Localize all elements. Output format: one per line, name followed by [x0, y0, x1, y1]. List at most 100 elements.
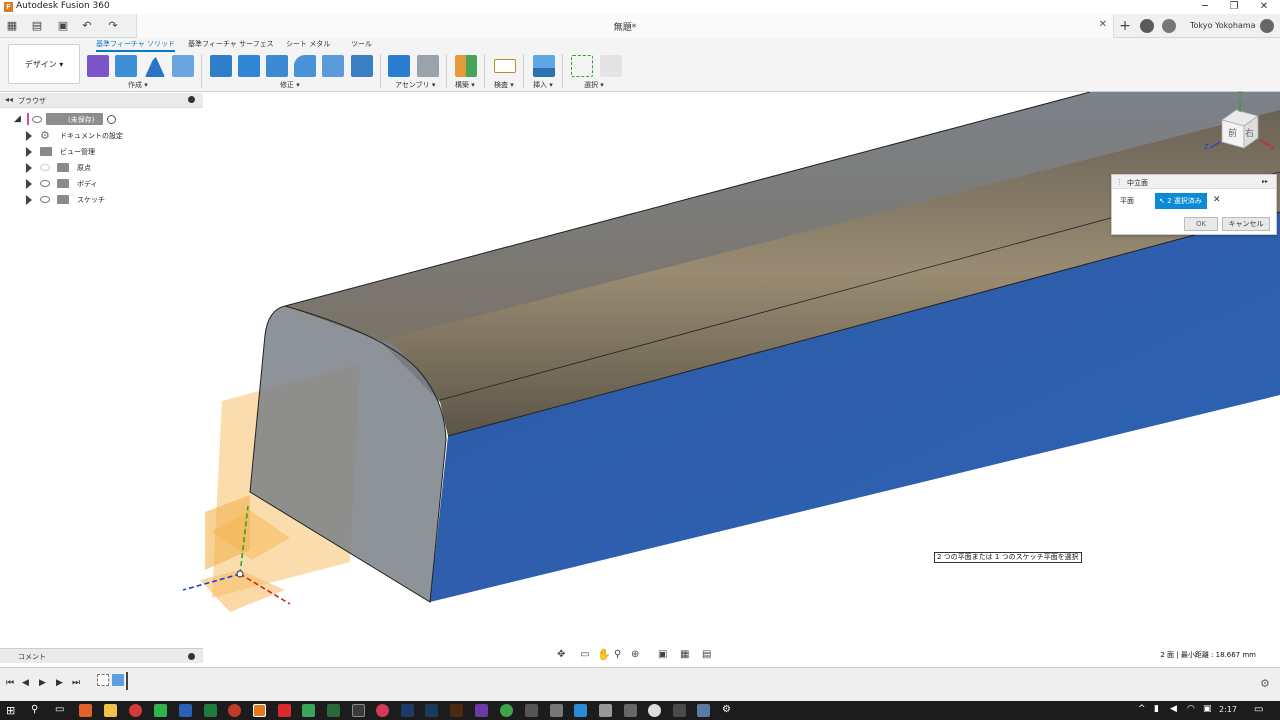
create-sketch-icon[interactable]: [115, 55, 137, 77]
timeline-extrude-feature[interactable]: [112, 674, 124, 686]
step-back-button[interactable]: ◀: [22, 678, 29, 688]
plane-selection-button[interactable]: ↖ 2 選択済み: [1155, 193, 1207, 209]
app-icon[interactable]: [376, 704, 389, 717]
expand-icon[interactable]: [26, 163, 32, 173]
acrobat-icon[interactable]: [278, 704, 291, 717]
app-icon[interactable]: [525, 704, 538, 717]
app-icon[interactable]: [624, 704, 637, 717]
app-icon[interactable]: [302, 704, 315, 717]
tree-item-named-views[interactable]: ビュー管理: [0, 144, 203, 160]
select-window-icon[interactable]: [571, 55, 593, 77]
extrude-icon[interactable]: [172, 55, 194, 77]
tree-root[interactable]: ◢ (未保存): [0, 112, 203, 128]
fit-icon[interactable]: ⊕: [631, 649, 639, 660]
origin-point[interactable]: [236, 570, 244, 578]
app-icon[interactable]: [500, 704, 513, 717]
viewcube[interactable]: 前 右 Y Z X: [1200, 90, 1280, 168]
go-to-end-button[interactable]: ⏭: [72, 678, 80, 688]
chrome-icon[interactable]: [129, 704, 142, 717]
jw-cad-icon[interactable]: [352, 704, 365, 717]
look-at-icon[interactable]: ▭: [580, 649, 589, 660]
file-menu-icon[interactable]: ▤: [28, 18, 46, 34]
expand-icon[interactable]: [26, 179, 32, 189]
app-icon[interactable]: [673, 704, 686, 717]
hidden-eye-icon[interactable]: [40, 164, 50, 171]
tray-chevron-icon[interactable]: ^: [1138, 704, 1146, 714]
shell-icon[interactable]: [266, 55, 288, 77]
ok-button[interactable]: OK: [1184, 217, 1218, 231]
notifications-icon[interactable]: ▭: [1254, 704, 1263, 715]
photoshop-icon[interactable]: [401, 704, 414, 717]
create-group-label[interactable]: 作成 ▾: [128, 80, 148, 90]
restore-button[interactable]: ❐: [1219, 0, 1249, 14]
expand-root-icon[interactable]: ◢: [14, 114, 21, 124]
timeline-settings-icon[interactable]: ⚙: [1260, 677, 1270, 690]
move-icon[interactable]: [351, 55, 373, 77]
close-window-button[interactable]: ✕: [1249, 0, 1279, 14]
browser-pin-icon[interactable]: [188, 96, 195, 103]
minimize-button[interactable]: ─: [1190, 0, 1220, 14]
construct-plane-icon[interactable]: [455, 55, 477, 77]
expand-dialog-icon[interactable]: ▸▸: [1262, 178, 1268, 185]
app-icon[interactable]: [228, 704, 241, 717]
search-icon[interactable]: ⚲: [31, 704, 38, 715]
app-icon[interactable]: [648, 704, 661, 717]
ime-icon[interactable]: ▣: [1203, 704, 1212, 714]
comments-bar[interactable]: コメント: [0, 648, 203, 663]
insert-image-icon[interactable]: [533, 55, 555, 77]
help-icon[interactable]: [1260, 19, 1274, 33]
new-component-icon[interactable]: [388, 55, 410, 77]
timeline-sketch-feature[interactable]: [97, 674, 109, 686]
clock[interactable]: 2:17: [1219, 705, 1237, 714]
dialog-header[interactable]: ⋮ 中立面 ▸▸: [1112, 175, 1276, 189]
network-icon[interactable]: ▮: [1154, 704, 1159, 714]
app-icon[interactable]: [327, 704, 340, 717]
zoom-icon[interactable]: ⚲: [614, 649, 621, 660]
visibility-eye-icon[interactable]: [40, 180, 50, 187]
modify-group-label[interactable]: 修正 ▾: [280, 80, 300, 90]
comments-add-icon[interactable]: [188, 653, 195, 660]
data-panel-grid-icon[interactable]: ▦: [3, 18, 21, 34]
line-icon[interactable]: [154, 704, 167, 717]
app-icon[interactable]: [475, 704, 488, 717]
expand-icon[interactable]: [26, 147, 32, 157]
orbit-icon[interactable]: ✥: [557, 649, 565, 660]
undo-icon[interactable]: ↶: [78, 18, 96, 34]
expand-icon[interactable]: [26, 195, 32, 205]
activate-component-icon[interactable]: [107, 115, 116, 124]
joint-icon[interactable]: [417, 55, 439, 77]
start-icon[interactable]: ⊞: [6, 704, 15, 717]
redo-icon[interactable]: ↷: [104, 18, 122, 34]
tree-item-origin[interactable]: 原点: [0, 160, 203, 176]
visibility-eye-icon[interactable]: [40, 196, 50, 203]
user-name[interactable]: Tokyo Yokohama: [1190, 21, 1256, 30]
construct-group-label[interactable]: 構築 ▾: [455, 80, 475, 90]
viewcube-graphic[interactable]: [1200, 98, 1280, 168]
close-tab-icon[interactable]: ✕: [1099, 19, 1107, 30]
firefox-icon[interactable]: [79, 704, 92, 717]
workspace-switcher[interactable]: デザイン ▾: [8, 44, 80, 84]
browser-header[interactable]: ◂◂ ブラウザ: [0, 93, 203, 108]
app-icon[interactable]: [697, 704, 710, 717]
save-icon[interactable]: ▣: [54, 18, 72, 34]
expand-icon[interactable]: [26, 131, 32, 141]
chamfer-icon[interactable]: [294, 55, 316, 77]
step-forward-button[interactable]: ▶: [56, 678, 63, 688]
settings-icon[interactable]: ⚙: [722, 704, 731, 715]
select-filter-icon[interactable]: [600, 55, 622, 77]
insert-group-label[interactable]: 挿入 ▾: [533, 80, 553, 90]
illustrator-icon[interactable]: [450, 704, 463, 717]
drag-handle-icon[interactable]: ⋮: [1116, 178, 1123, 186]
fusion-taskbar-icon[interactable]: [253, 704, 266, 717]
go-to-start-button[interactable]: ⏮: [6, 678, 14, 688]
lightroom-icon[interactable]: [425, 704, 438, 717]
tab-sheet-metal[interactable]: シート メタル: [286, 39, 330, 49]
play-button[interactable]: ▶: [39, 678, 46, 688]
cancel-button[interactable]: キャンセル: [1222, 217, 1270, 231]
collapse-browser-icon[interactable]: ◂◂: [5, 95, 13, 104]
app-icon[interactable]: [574, 704, 587, 717]
volume-icon[interactable]: ◀: [1170, 704, 1177, 714]
measure-icon[interactable]: [494, 59, 516, 73]
job-status-icon[interactable]: [1162, 19, 1176, 33]
tree-item-document-settings[interactable]: ⚙ ドキュメントの設定: [0, 128, 203, 144]
